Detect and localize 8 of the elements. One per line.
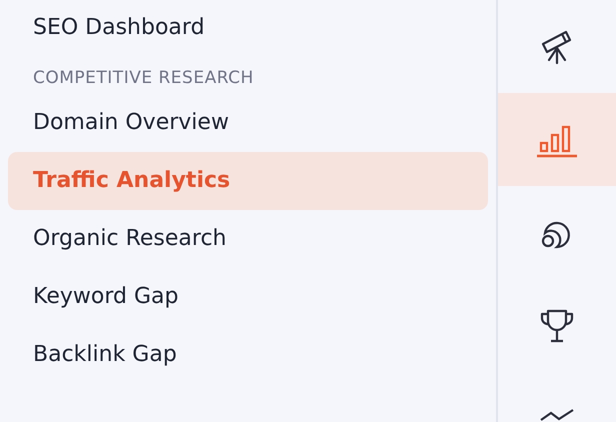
- menu-item[interactable]: Backlink Gap: [8, 326, 488, 384]
- menu-item[interactable]: Domain Overview: [8, 94, 488, 152]
- menu-item[interactable]: Keyword Gap: [8, 268, 488, 326]
- trophy-icon: [539, 308, 576, 344]
- menu-item[interactable]: SEO Dashboard: [8, 8, 488, 48]
- menu-item[interactable]: Organic Research: [8, 210, 488, 268]
- section-header: COMPETITIVE RESEARCH: [32, 67, 255, 90]
- trend-line-icon: [539, 409, 576, 421]
